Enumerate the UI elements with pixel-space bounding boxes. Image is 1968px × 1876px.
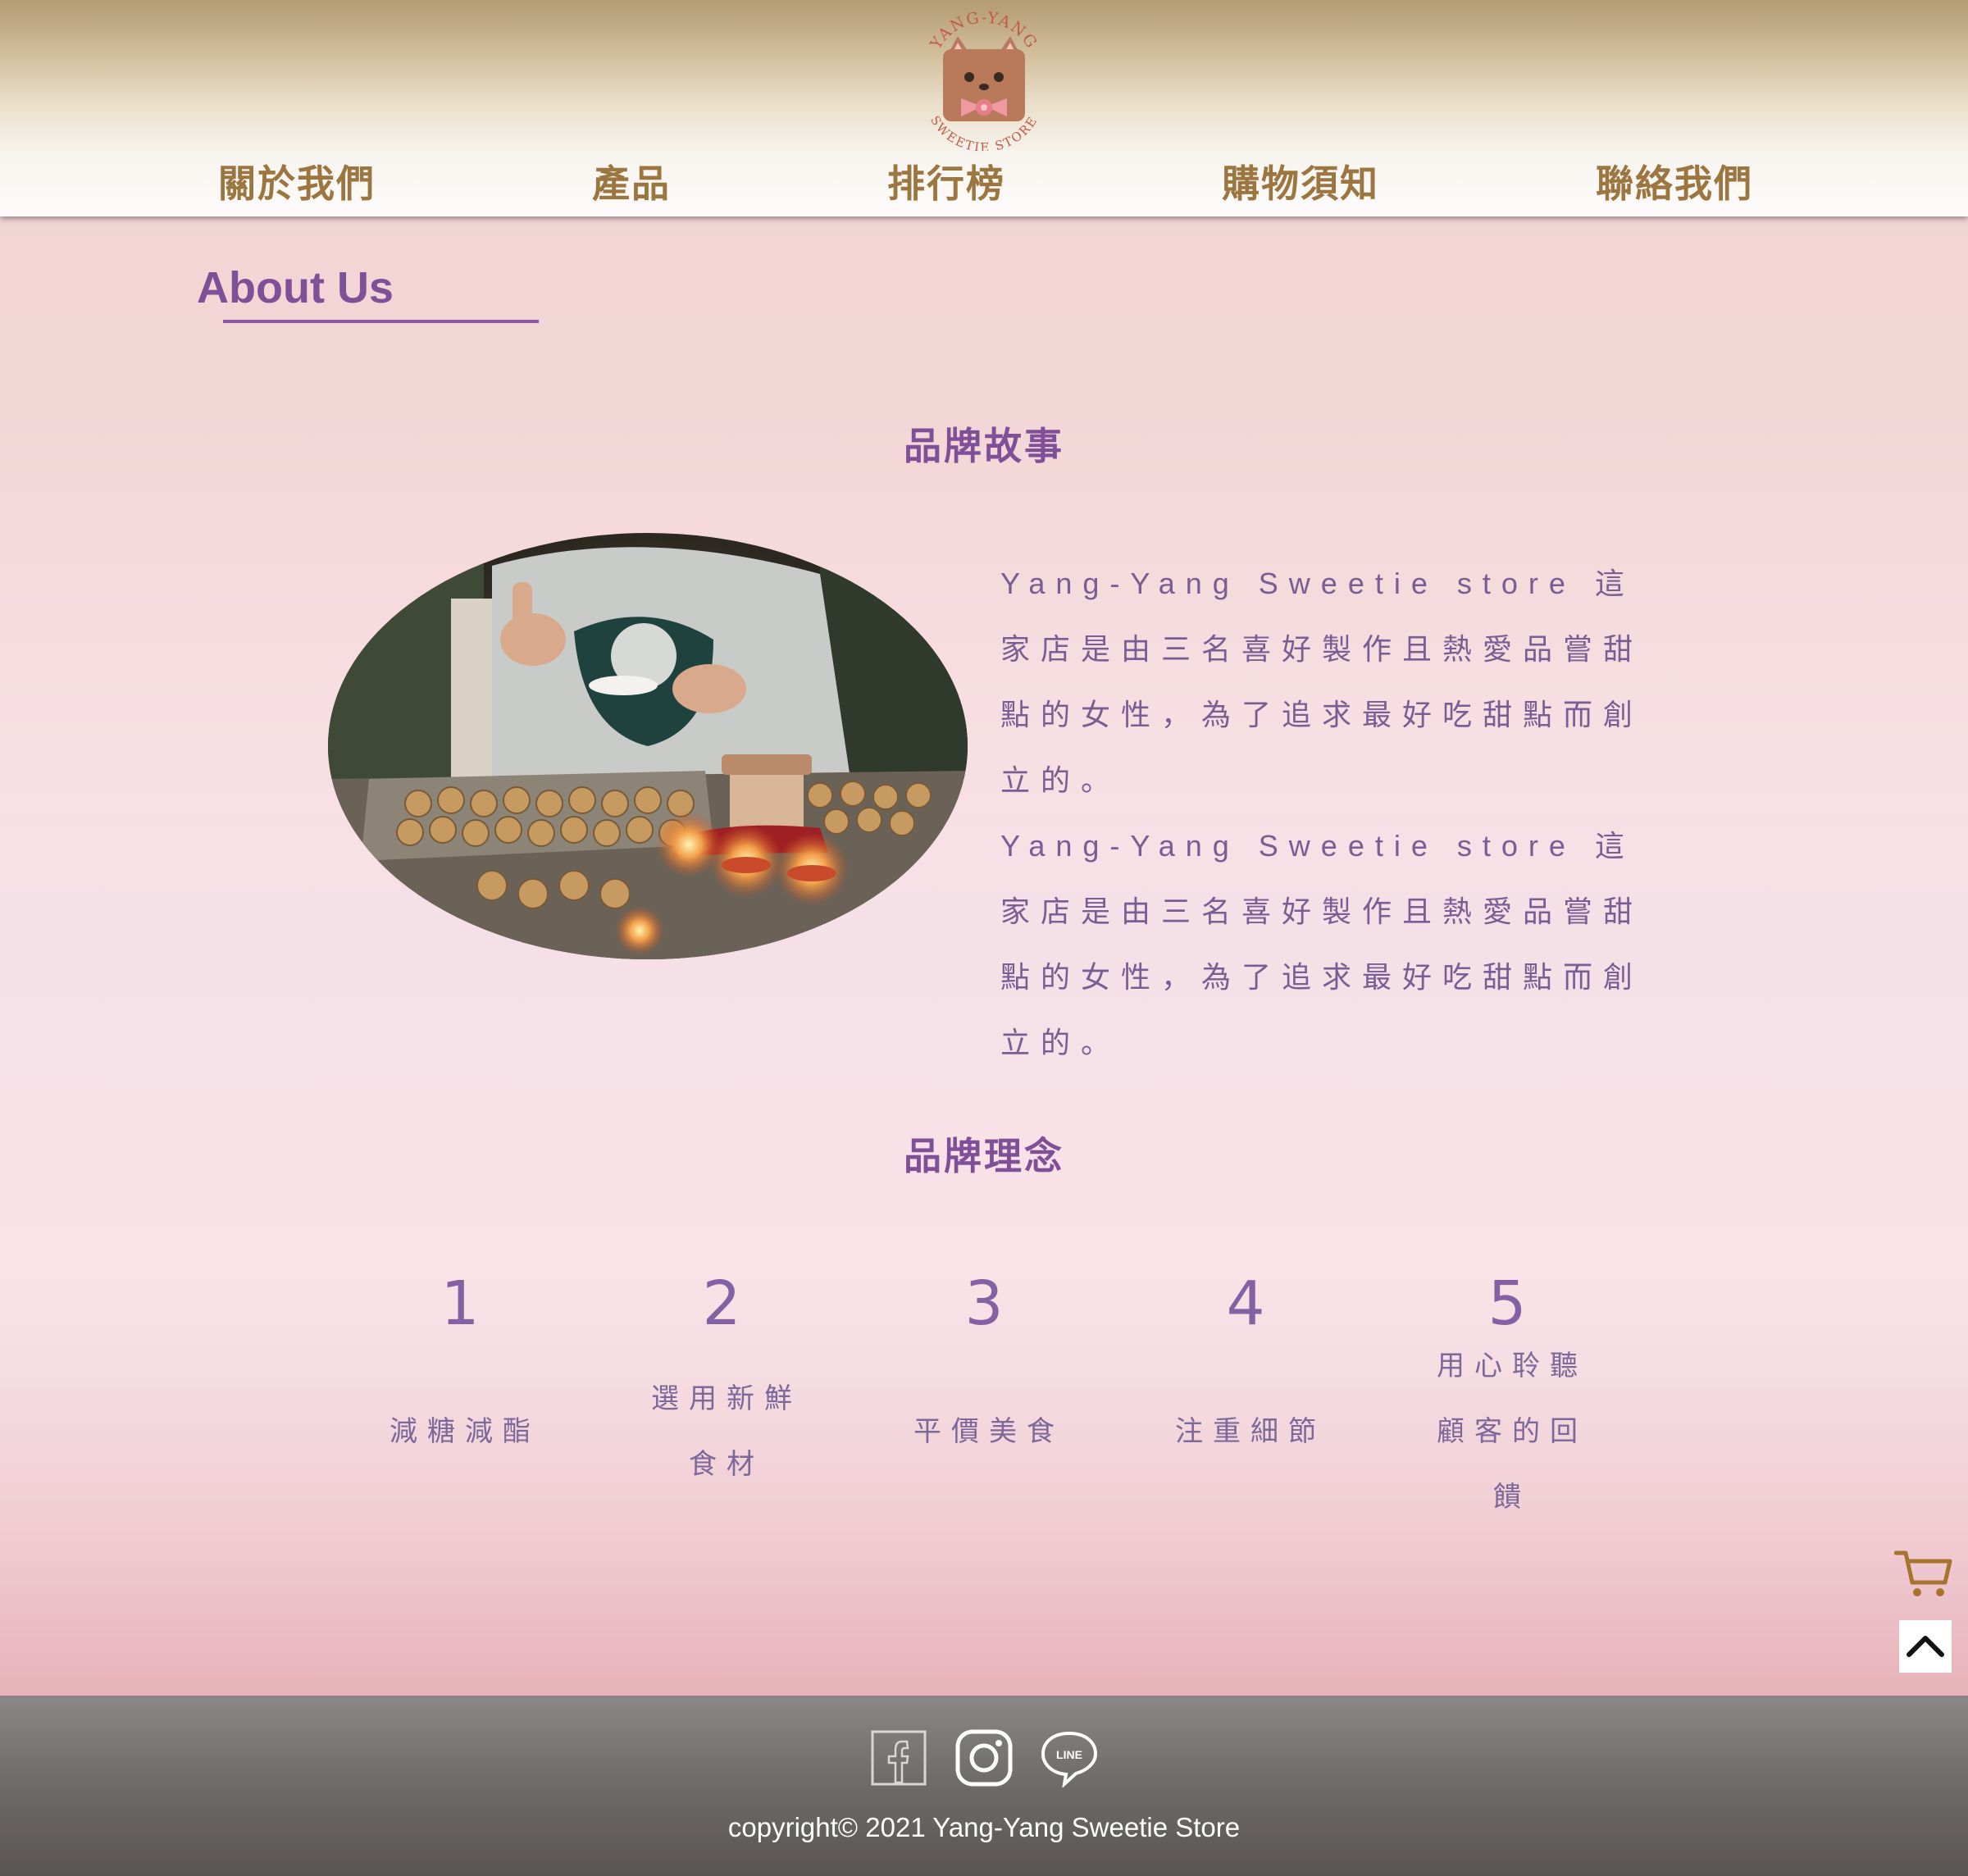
philosophy-item: 4 注重細節: [1151, 1268, 1340, 1448]
philosophy-label: 減糖減酯: [390, 1415, 540, 1448]
title-underline: [223, 320, 539, 323]
baking-photo-illustration: [328, 533, 968, 959]
nav-contact[interactable]: 聯絡我們: [1596, 157, 1753, 210]
brand-story-heading: 品牌故事: [904, 424, 1064, 468]
philosophy-item: 5 用心聆聽顧客的回饋: [1413, 1268, 1601, 1514]
line-icon-text: LINE: [1056, 1748, 1082, 1761]
story-paragraph: Yang-Yang Sweetie store 這家店是由三名喜好製作且熱愛品嘗…: [1000, 829, 1644, 1059]
nav-ranking[interactable]: 排行榜: [887, 157, 1005, 210]
line-icon[interactable]: LINE: [1040, 1728, 1099, 1787]
logo-cat-icon: [943, 36, 1025, 121]
cart-icon[interactable]: [1894, 1548, 1953, 1601]
nav-about[interactable]: 關於我們: [218, 157, 376, 210]
story-photo: [328, 533, 968, 959]
story-paragraph: Yang-Yang Sweetie store 這家店是由三名喜好製作且熱愛品嘗…: [1000, 567, 1644, 797]
copyright-text: copyright© 2021 Yang-Yang Sweetie Store: [727, 1812, 1241, 1842]
brand-philosophy-heading: 品牌理念: [904, 1134, 1064, 1178]
philosophy-number: 1: [440, 1268, 480, 1339]
logo-top-text: YANG-YANG: [927, 10, 1040, 53]
site-logo[interactable]: YANG-YANG SWEETIE STORE: [910, 10, 1058, 151]
instagram-icon[interactable]: [954, 1728, 1014, 1787]
philosophy-number: 3: [964, 1268, 1004, 1339]
philosophy-number: 4: [1226, 1268, 1265, 1339]
philosophy-item: 3 平價美食: [890, 1268, 1078, 1448]
philosophy-number: 5: [1487, 1268, 1527, 1339]
philosophy-item: 2 選用新鮮食材: [627, 1268, 816, 1481]
philosophy-label: 注重細節: [1175, 1415, 1326, 1448]
philosophy-item: 1 減糖減酯: [366, 1268, 554, 1448]
nav-products[interactable]: 產品: [592, 157, 671, 210]
brand-story-text: Yang-Yang Sweetie store 這家店是由三名喜好製作且熱愛品嘗…: [1000, 551, 1648, 1076]
nav-shopping-notice[interactable]: 購物須知: [1222, 157, 1379, 210]
philosophy-label: 選用新鮮食材: [651, 1382, 802, 1481]
back-to-top-button[interactable]: [1899, 1620, 1952, 1673]
facebook-icon[interactable]: [869, 1728, 928, 1787]
chevron-up-icon: [1906, 1636, 1944, 1657]
site-header: YANG-YANG SWEETIE STORE 關於我們 產品 排行榜 購物須知…: [0, 0, 1968, 216]
philosophy-number: 2: [702, 1268, 741, 1339]
philosophy-label: 平價美食: [913, 1415, 1064, 1448]
svg-text:YANG-YANG: YANG-YANG: [927, 10, 1041, 53]
page-title: About Us: [197, 263, 394, 312]
philosophy-label: 用心聆聽顧客的回饋: [1437, 1350, 1588, 1514]
site-footer: LINE copyright© 2021 Yang-Yang Sweetie S…: [0, 1696, 1968, 1876]
